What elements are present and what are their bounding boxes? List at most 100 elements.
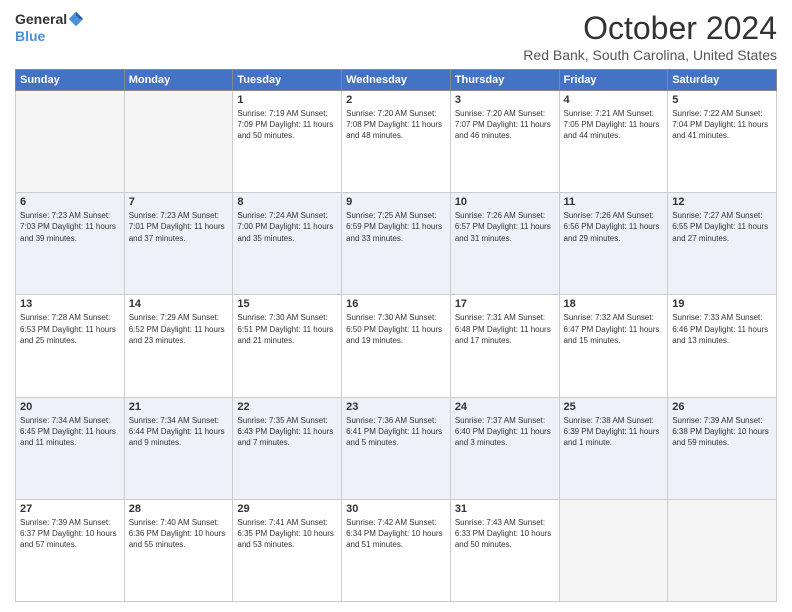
calendar: SundayMondayTuesdayWednesdayThursdayFrid… [15, 69, 777, 602]
day-info: Sunrise: 7:41 AM Sunset: 6:35 PM Dayligh… [237, 517, 337, 551]
day-info: Sunrise: 7:39 AM Sunset: 6:37 PM Dayligh… [20, 517, 120, 551]
calendar-cell [124, 91, 233, 193]
calendar-cell: 19Sunrise: 7:33 AM Sunset: 6:46 PM Dayli… [668, 295, 777, 397]
calendar-body: 1 Sunrise: 7:19 AM Sunset: 7:09 PM Daylig… [16, 91, 777, 602]
day-number: 21 [129, 401, 229, 413]
calendar-cell: 11 Sunrise: 7:26 AM Sunset: 6:56 PM Dayli… [559, 193, 668, 295]
day-number: 29 [237, 503, 337, 515]
calendar-week-row: 6 Sunrise: 7:23 AM Sunset: 7:03 PM Daylig… [16, 193, 777, 295]
day-number: 27 [20, 503, 120, 515]
day-info: Sunrise: 7:22 AM Sunset: 7:04 PM Dayligh… [672, 108, 772, 142]
day-number: 17 [455, 298, 555, 310]
day-info: Sunrise: 7:30 AM Sunset: 6:50 PM Dayligh… [346, 312, 446, 346]
day-info: Sunrise: 7:20 AM Sunset: 7:07 PM Dayligh… [455, 108, 555, 142]
day-info: Sunrise: 7:34 AM Sunset: 6:44 PM Dayligh… [129, 415, 229, 449]
calendar-cell: 4 Sunrise: 7:21 AM Sunset: 7:05 PM Daylig… [559, 91, 668, 193]
calendar-cell: 6 Sunrise: 7:23 AM Sunset: 7:03 PM Daylig… [16, 193, 125, 295]
day-info: Sunrise: 7:27 AM Sunset: 6:55 PM Dayligh… [672, 210, 772, 244]
header: General Blue October 2024 Red Bank, Sout… [15, 10, 777, 63]
calendar-header-tuesday: Tuesday [233, 70, 342, 91]
calendar-cell: 12 Sunrise: 7:27 AM Sunset: 6:55 PM Dayli… [668, 193, 777, 295]
day-number: 11 [564, 196, 664, 208]
day-info: Sunrise: 7:21 AM Sunset: 7:05 PM Dayligh… [564, 108, 664, 142]
calendar-cell: 22Sunrise: 7:35 AM Sunset: 6:43 PM Dayli… [233, 397, 342, 499]
day-number: 15 [237, 298, 337, 310]
day-info: Sunrise: 7:23 AM Sunset: 7:03 PM Dayligh… [20, 210, 120, 244]
calendar-cell: 18 Sunrise: 7:32 AM Sunset: 6:47 PM Dayli… [559, 295, 668, 397]
calendar-cell: 29 Sunrise: 7:41 AM Sunset: 6:35 PM Dayli… [233, 499, 342, 601]
day-info: Sunrise: 7:19 AM Sunset: 7:09 PM Dayligh… [237, 108, 337, 142]
location-title: Red Bank, South Carolina, United States [523, 47, 777, 63]
day-number: 19 [672, 298, 772, 310]
calendar-cell: 31 Sunrise: 7:43 AM Sunset: 6:33 PM Dayli… [450, 499, 559, 601]
day-info: Sunrise: 7:29 AM Sunset: 6:52 PM Dayligh… [129, 312, 229, 346]
day-number: 4 [564, 94, 664, 106]
calendar-cell: 17Sunrise: 7:31 AM Sunset: 6:48 PM Dayli… [450, 295, 559, 397]
day-number: 24 [455, 401, 555, 413]
day-number: 16 [346, 298, 446, 310]
day-number: 9 [346, 196, 446, 208]
calendar-cell: 10 Sunrise: 7:26 AM Sunset: 6:57 PM Dayli… [450, 193, 559, 295]
calendar-header-thursday: Thursday [450, 70, 559, 91]
day-number: 28 [129, 503, 229, 515]
calendar-week-row: 1 Sunrise: 7:19 AM Sunset: 7:09 PM Daylig… [16, 91, 777, 193]
calendar-cell [559, 499, 668, 601]
calendar-cell: 26Sunrise: 7:39 AM Sunset: 6:38 PM Dayli… [668, 397, 777, 499]
logo-blue: Blue [15, 28, 85, 44]
calendar-cell: 13Sunrise: 7:28 AM Sunset: 6:53 PM Dayli… [16, 295, 125, 397]
day-number: 7 [129, 196, 229, 208]
calendar-cell: 14 Sunrise: 7:29 AM Sunset: 6:52 PM Dayli… [124, 295, 233, 397]
calendar-week-row: 13Sunrise: 7:28 AM Sunset: 6:53 PM Dayli… [16, 295, 777, 397]
day-number: 12 [672, 196, 772, 208]
day-number: 31 [455, 503, 555, 515]
calendar-cell: 2Sunrise: 7:20 AM Sunset: 7:08 PM Daylig… [342, 91, 451, 193]
day-info: Sunrise: 7:26 AM Sunset: 6:56 PM Dayligh… [564, 210, 664, 244]
day-number: 14 [129, 298, 229, 310]
calendar-cell: 24 Sunrise: 7:37 AM Sunset: 6:40 PM Dayli… [450, 397, 559, 499]
logo-general: General [15, 11, 67, 27]
day-number: 1 [237, 94, 337, 106]
calendar-cell: 30Sunrise: 7:42 AM Sunset: 6:34 PM Dayli… [342, 499, 451, 601]
day-info: Sunrise: 7:20 AM Sunset: 7:08 PM Dayligh… [346, 108, 446, 142]
logo-icon [67, 10, 85, 28]
day-number: 20 [20, 401, 120, 413]
day-number: 6 [20, 196, 120, 208]
day-info: Sunrise: 7:24 AM Sunset: 7:00 PM Dayligh… [237, 210, 337, 244]
day-number: 13 [20, 298, 120, 310]
calendar-cell: 16 Sunrise: 7:30 AM Sunset: 6:50 PM Dayli… [342, 295, 451, 397]
calendar-cell: 25Sunrise: 7:38 AM Sunset: 6:39 PM Dayli… [559, 397, 668, 499]
day-number: 10 [455, 196, 555, 208]
calendar-header-wednesday: Wednesday [342, 70, 451, 91]
day-info: Sunrise: 7:39 AM Sunset: 6:38 PM Dayligh… [672, 415, 772, 449]
day-number: 18 [564, 298, 664, 310]
calendar-header-row: SundayMondayTuesdayWednesdayThursdayFrid… [16, 70, 777, 91]
day-number: 3 [455, 94, 555, 106]
day-info: Sunrise: 7:43 AM Sunset: 6:33 PM Dayligh… [455, 517, 555, 551]
day-info: Sunrise: 7:34 AM Sunset: 6:45 PM Dayligh… [20, 415, 120, 449]
calendar-week-row: 27 Sunrise: 7:39 AM Sunset: 6:37 PM Dayli… [16, 499, 777, 601]
day-info: Sunrise: 7:26 AM Sunset: 6:57 PM Dayligh… [455, 210, 555, 244]
calendar-cell [16, 91, 125, 193]
day-number: 5 [672, 94, 772, 106]
calendar-cell: 28Sunrise: 7:40 AM Sunset: 6:36 PM Dayli… [124, 499, 233, 601]
calendar-cell: 9 Sunrise: 7:25 AM Sunset: 6:59 PM Daylig… [342, 193, 451, 295]
calendar-cell: 5 Sunrise: 7:22 AM Sunset: 7:04 PM Daylig… [668, 91, 777, 193]
day-info: Sunrise: 7:32 AM Sunset: 6:47 PM Dayligh… [564, 312, 664, 346]
page: General Blue October 2024 Red Bank, Sout… [0, 0, 792, 612]
day-info: Sunrise: 7:23 AM Sunset: 7:01 PM Dayligh… [129, 210, 229, 244]
day-number: 25 [564, 401, 664, 413]
calendar-cell: 8Sunrise: 7:24 AM Sunset: 7:00 PM Daylig… [233, 193, 342, 295]
day-info: Sunrise: 7:25 AM Sunset: 6:59 PM Dayligh… [346, 210, 446, 244]
calendar-cell: 3 Sunrise: 7:20 AM Sunset: 7:07 PM Daylig… [450, 91, 559, 193]
day-info: Sunrise: 7:36 AM Sunset: 6:41 PM Dayligh… [346, 415, 446, 449]
day-info: Sunrise: 7:42 AM Sunset: 6:34 PM Dayligh… [346, 517, 446, 551]
day-info: Sunrise: 7:37 AM Sunset: 6:40 PM Dayligh… [455, 415, 555, 449]
day-number: 23 [346, 401, 446, 413]
calendar-header-friday: Friday [559, 70, 668, 91]
calendar-cell: 1 Sunrise: 7:19 AM Sunset: 7:09 PM Daylig… [233, 91, 342, 193]
calendar-cell: 27 Sunrise: 7:39 AM Sunset: 6:37 PM Dayli… [16, 499, 125, 601]
calendar-cell: 23 Sunrise: 7:36 AM Sunset: 6:41 PM Dayli… [342, 397, 451, 499]
day-info: Sunrise: 7:30 AM Sunset: 6:51 PM Dayligh… [237, 312, 337, 346]
day-info: Sunrise: 7:35 AM Sunset: 6:43 PM Dayligh… [237, 415, 337, 449]
calendar-header-sunday: Sunday [16, 70, 125, 91]
